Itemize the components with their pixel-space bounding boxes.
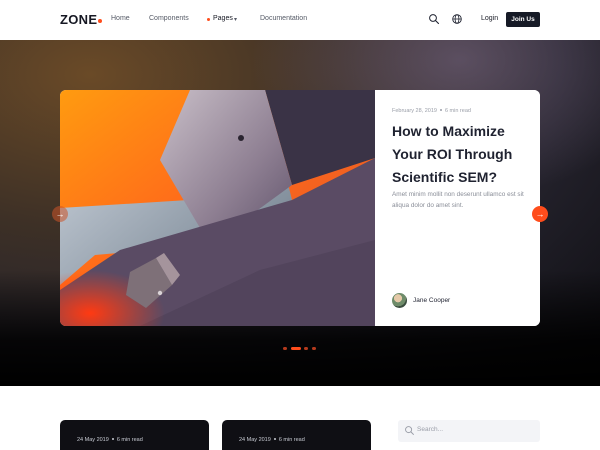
sidebar-search[interactable] [398,420,540,442]
arrow-right-icon: → [535,209,545,219]
login-link[interactable]: Login [481,15,498,22]
post-date: 24 May 2019 [239,437,271,443]
post-title[interactable]: How to Maximize Your ROI Through Scienti… [392,120,532,189]
meta-separator-dot [273,438,276,440]
logo-dot [98,19,103,23]
post-card[interactable]: 24 May 2019 6 min read [60,420,209,450]
nav-pages[interactable]: Pages [213,15,233,22]
chevron-down-icon[interactable]: ▾ [234,16,237,23]
author-name: Jane Cooper [413,297,451,304]
post-read-time: 6 min read [444,108,471,114]
globe-icon[interactable] [451,13,463,25]
featured-post-image [60,90,375,326]
carousel-dot-active[interactable] [291,347,301,350]
post-meta: 24 May 2019 6 min read [77,437,143,443]
post-date: February 28, 2019 [392,108,437,114]
featured-post-content: February 28, 2019 6 min read How to Maxim… [375,90,540,326]
search-icon[interactable] [428,13,440,25]
post-excerpt: Amet minim mollit non deserunt ullamco e… [392,191,524,209]
arrow-left-icon: → [55,209,65,219]
post-read-time: 6 min read [116,437,143,443]
meta-separator-dot [111,438,114,440]
avatar [392,293,407,308]
carousel-dot[interactable] [312,347,316,350]
hero-carousel: February 28, 2019 6 min read How to Maxim… [0,40,600,386]
post-card[interactable]: 24 May 2019 6 min read [222,420,371,450]
carousel-dot[interactable] [283,347,287,350]
logo-text: ZONE [60,12,98,27]
post-author[interactable]: Jane Cooper [392,293,522,309]
post-meta: 24 May 2019 6 min read [239,437,305,443]
nav-home[interactable]: Home [111,15,130,22]
search-input[interactable] [417,426,527,433]
meta-separator-dot [439,109,442,111]
post-date: 24 May 2019 [77,437,109,443]
featured-post-card[interactable]: February 28, 2019 6 min read How to Maxim… [60,90,540,326]
nav-documentation[interactable]: Documentation [260,15,307,22]
carousel-dot[interactable] [304,347,308,350]
carousel-next-button[interactable]: → [532,206,548,222]
join-us-button[interactable]: Join Us [506,12,540,27]
post-meta: February 28, 2019 6 min read [392,108,471,114]
carousel-prev-button[interactable]: → [52,206,68,222]
logo[interactable]: ZONE [60,12,103,27]
top-navbar: ZONE Home Components Pages ▾ Documentati… [0,0,600,40]
active-indicator-dot [207,18,210,21]
nav-components[interactable]: Components [149,15,189,22]
search-icon [405,426,414,435]
post-read-time: 6 min read [278,437,305,443]
